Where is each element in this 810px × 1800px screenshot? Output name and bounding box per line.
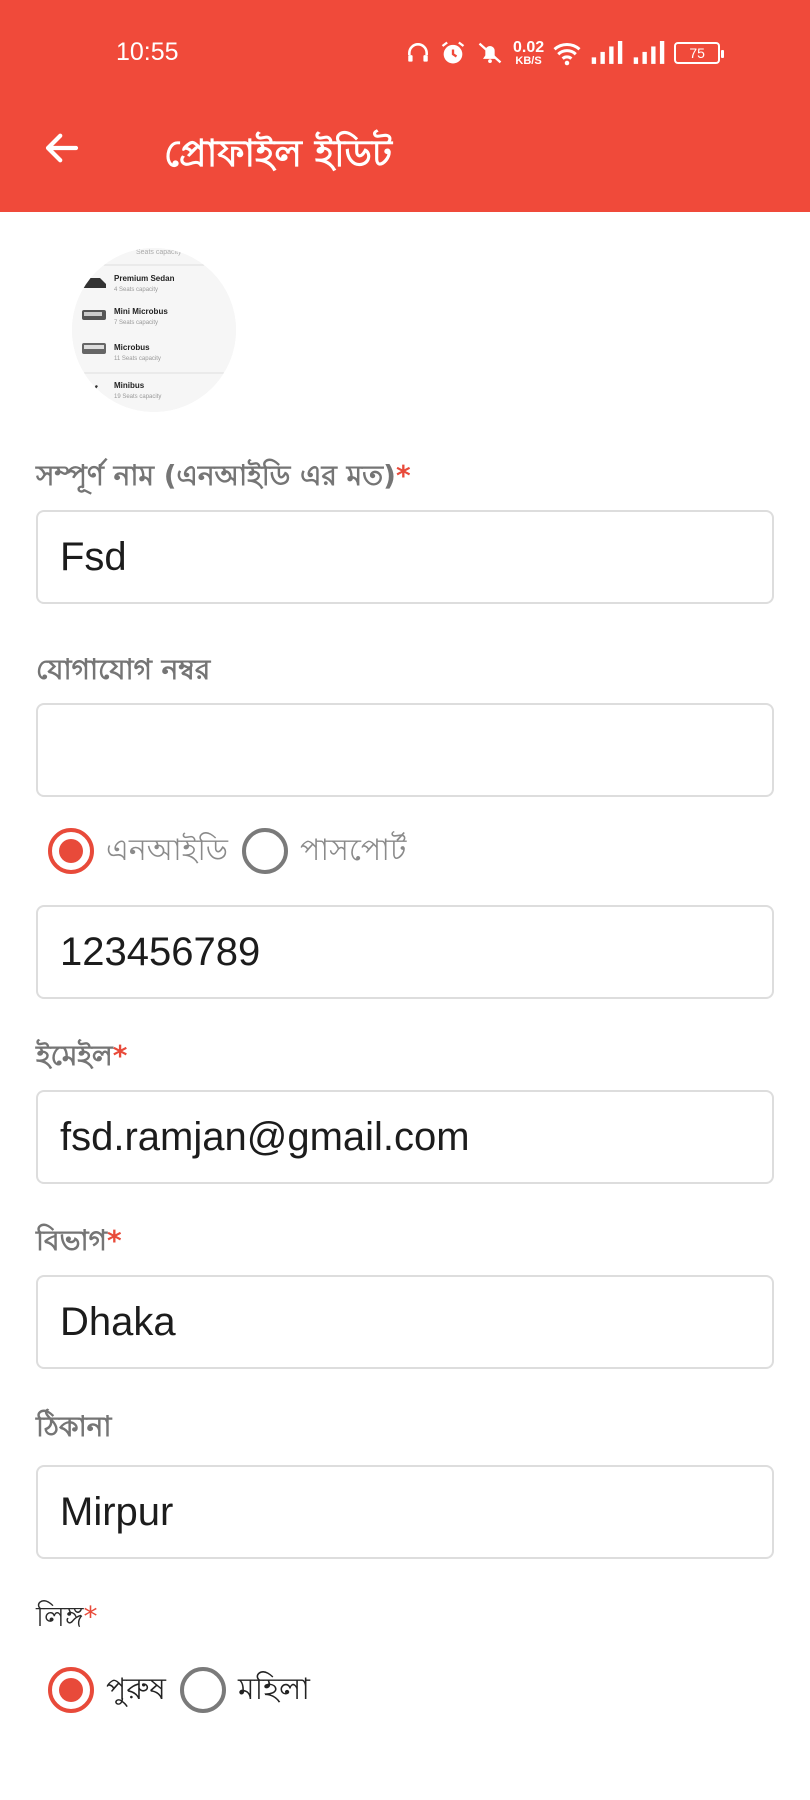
vehicle-name: Minibus [114,381,145,390]
division-label: বিভাগ* [36,1219,122,1266]
full-name-input[interactable]: Fsd [36,510,774,604]
contact-input[interactable] [36,703,774,797]
gender-label: লিঙ্গ* [36,1595,97,1642]
required-mark: * [395,459,411,492]
male-radio[interactable] [48,1667,94,1713]
gender-radio-group: পুরুষ মহিলা [48,1666,324,1714]
app-bar: 10:55 0.02 KB/S 75 প্রোফাইল ইডিট [0,0,810,212]
headphones-icon [408,43,428,62]
required-mark: * [106,1224,122,1257]
battery-level: 75 [689,45,705,61]
vehicle-sub: 19 Seats capacity [114,394,161,400]
email-label: ইমেইল* [36,1034,127,1081]
gender-label-text: লিঙ্গ [36,1600,84,1633]
passport-radio-label[interactable]: পাসপোর্ট [300,826,406,877]
nid-radio-label[interactable]: এনআইডি [106,826,228,877]
net-speed: 0.02 KB/S [513,38,545,67]
address-label-text: ঠিকানা [36,1410,112,1443]
status-icons: 0.02 KB/S 75 [405,36,725,70]
email-value: fsd.ramjan@gmail.com [60,1114,470,1159]
address-value: Mirpur [60,1489,174,1534]
address-label: ঠিকানা [36,1405,112,1452]
id-number-value: 123456789 [60,929,261,974]
net-speed-value: 0.02 [513,38,545,56]
address-input[interactable]: Mirpur [36,1465,774,1559]
required-mark: * [83,1600,98,1633]
vehicle-name: Microbus [114,343,150,352]
wifi-icon [553,42,581,66]
net-speed-unit: KB/S [515,54,542,67]
full-name-value: Fsd [60,534,127,579]
profile-photo-image: Seats capacity Premium Sedan 4 Seats cap… [72,248,236,412]
full-name-label-text: সম্পূর্ণ নাম (এনআইডি এর মত) [36,459,396,492]
signal-icon [591,41,623,64]
mute-icon [478,42,502,64]
contact-label-text: যোগাযোগ নম্বর [36,653,211,686]
id-number-input[interactable]: 123456789 [36,905,774,999]
avatar-top-text: Seats capacity [136,249,182,256]
vehicle-name: Premium Sedan [114,274,175,283]
status-time: 10:55 [116,38,179,66]
email-label-text: ইমেইল [36,1039,113,1072]
signal-icon [633,41,665,64]
arrow-left-icon [45,133,79,163]
back-button[interactable] [36,122,88,174]
division-input[interactable]: Dhaka [36,1275,774,1369]
profile-photo[interactable]: Seats capacity Premium Sedan 4 Seats cap… [72,248,236,412]
battery-icon: 75 [674,42,725,64]
vehicle-sub: 4 Seats capacity [114,287,158,293]
nid-radio[interactable] [48,828,94,874]
contact-label: যোগাযোগ নম্বর [36,648,210,695]
radio-dot [59,1678,83,1702]
page-title: প্রোফাইল ইডিট [164,132,393,175]
alarm-icon [441,41,465,64]
required-mark: * [112,1039,128,1072]
full-name-label: সম্পূর্ণ নাম (এনআইডি এর মত)* [36,454,411,501]
vehicle-name: Mini Microbus [114,307,168,316]
female-radio[interactable] [179,1667,226,1713]
division-label-text: বিভাগ [36,1224,107,1257]
email-input[interactable]: fsd.ramjan@gmail.com [36,1090,774,1184]
male-radio-label[interactable]: পুরুষ [106,1665,166,1716]
vehicle-sub: 7 Seats capacity [114,320,158,326]
vehicle-sub: 11 Seats capacity [114,356,161,362]
passport-radio[interactable] [242,828,288,874]
id-type-radio-group: এনআইডি পাসপোর্ট [48,827,420,875]
division-value: Dhaka [60,1299,176,1344]
radio-dot [59,839,83,863]
female-radio-label[interactable]: মহিলা [238,1665,310,1716]
